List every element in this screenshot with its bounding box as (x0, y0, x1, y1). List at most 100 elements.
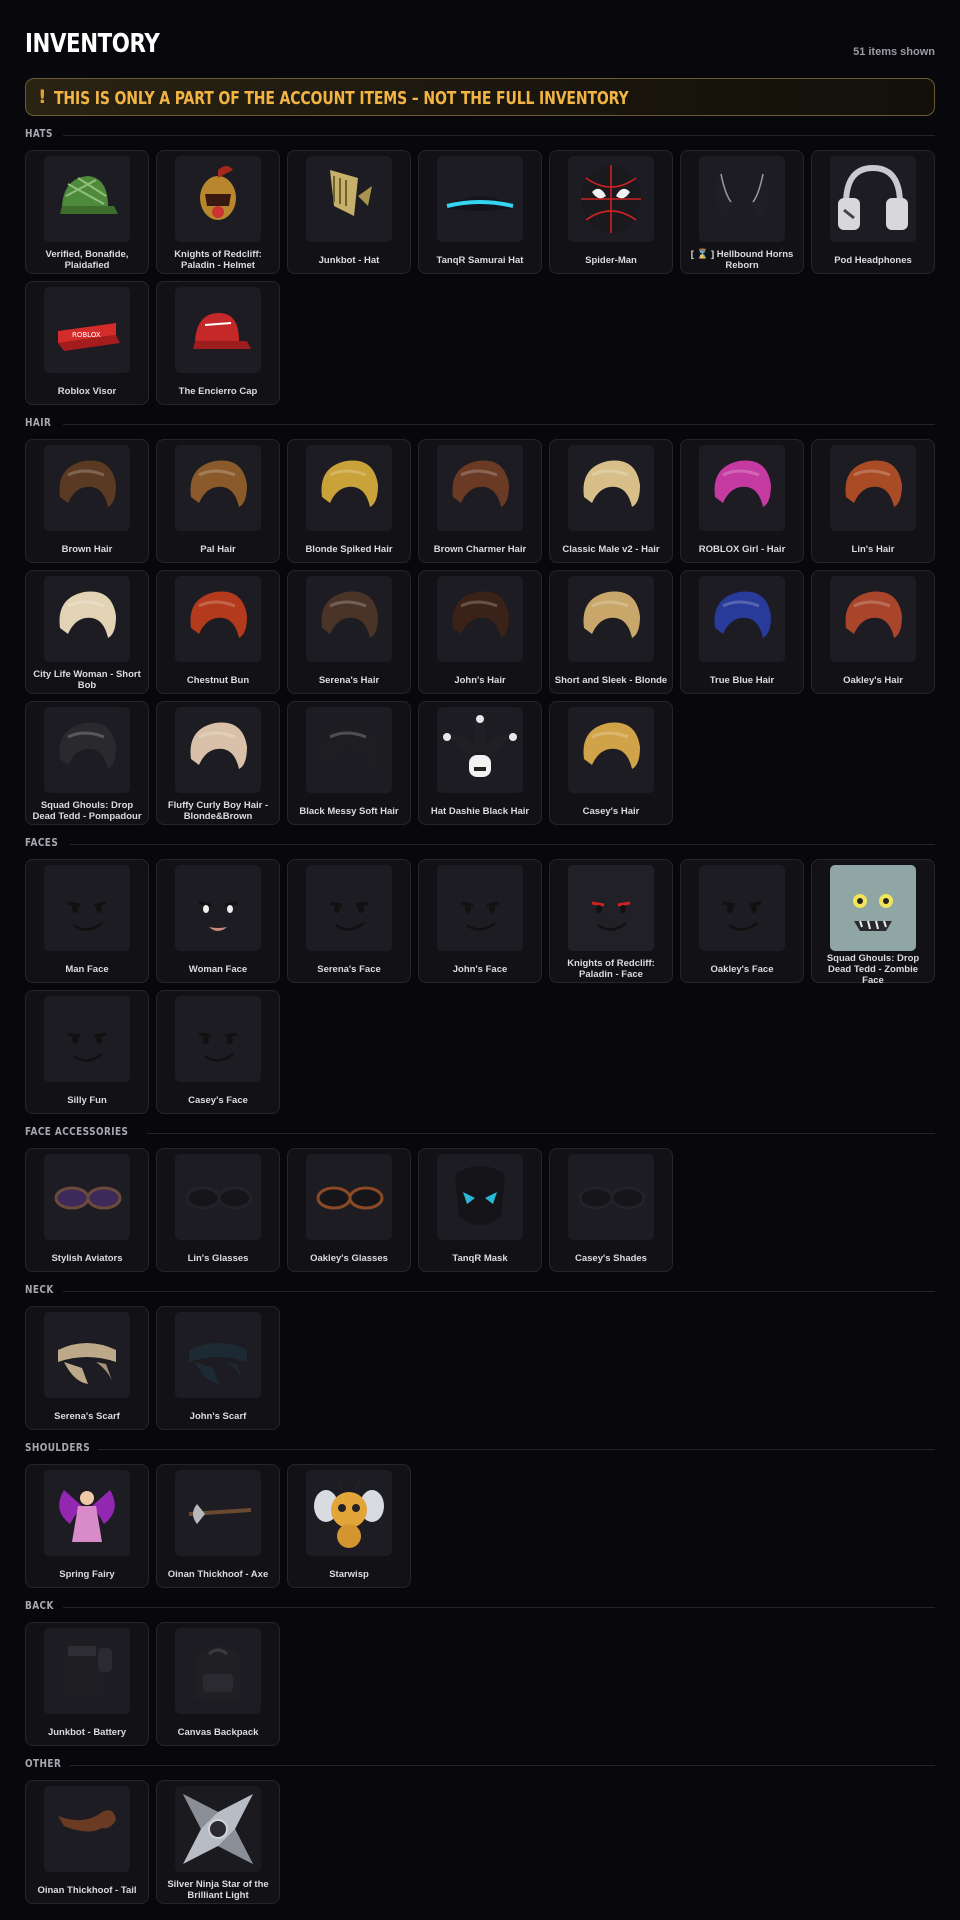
item-card[interactable]: City Life Woman - Short Bob (25, 570, 149, 694)
notice-text: THIS IS ONLY A PART OF THE ACCOUNT ITEMS… (54, 88, 629, 109)
tail-icon (44, 1786, 130, 1872)
item-name: Squad Ghouls: Drop Dead Tedd - Pompadour (32, 800, 142, 822)
knight-helmet-icon (175, 156, 261, 242)
item-card[interactable]: Junkbot - Battery (25, 1622, 149, 1746)
item-name: [ ⌛ ] Hellbound Horns Reborn (690, 249, 794, 271)
svg-text:ROBLOX: ROBLOX (72, 331, 101, 339)
item-card[interactable]: John's Hair (418, 570, 542, 694)
item-card[interactable]: Spider-Man (549, 150, 673, 274)
hair-icon (44, 576, 130, 662)
item-card[interactable]: Short and Sleek - Blonde (549, 570, 673, 694)
jester-hat-icon (437, 707, 523, 793)
bee-plush-icon (306, 1470, 392, 1556)
hair-icon (568, 445, 654, 531)
items-count: 51 items shown (853, 46, 935, 58)
item-card[interactable]: Brown Hair (25, 439, 149, 563)
item-name: Casey's Face (188, 1094, 248, 1106)
hair-icon (699, 576, 785, 662)
item-card[interactable]: Silver Ninja Star of the Brilliant Light (156, 1780, 280, 1904)
item-card[interactable]: Spring Fairy (25, 1464, 149, 1588)
item-card[interactable]: Casey's Hair (549, 701, 673, 825)
section-divider (63, 424, 935, 425)
item-card[interactable]: Serena's Face (287, 859, 411, 983)
face-icon (175, 865, 261, 951)
item-name: Stylish Aviators (51, 1252, 123, 1264)
fairy-icon (44, 1470, 130, 1556)
item-card[interactable]: Serena's Hair (287, 570, 411, 694)
item-card[interactable]: Pod Headphones (811, 150, 935, 274)
item-name: Pod Headphones (834, 254, 912, 266)
section-label: BACK (25, 1600, 54, 1612)
item-card[interactable]: Verified, Bonafide, Plaidafied (25, 150, 149, 274)
item-card[interactable]: ROBLOX Roblox Visor (25, 281, 149, 405)
item-card[interactable]: The Encierro Cap (156, 281, 280, 405)
item-card[interactable]: Casey's Face (156, 990, 280, 1114)
item-card[interactable]: TanqR Mask (418, 1148, 542, 1272)
item-name: ROBLOX Girl - Hair (698, 543, 786, 555)
item-card[interactable]: Oakley's Hair (811, 570, 935, 694)
item-card[interactable]: Blonde Spiked Hair (287, 439, 411, 563)
item-name: Classic Male v2 - Hair (562, 543, 660, 555)
item-card[interactable]: Junkbot - Hat (287, 150, 411, 274)
item-name: TanqR Mask (452, 1252, 508, 1264)
section-divider (70, 844, 935, 845)
item-card[interactable]: Casey's Shades (549, 1148, 673, 1272)
hair-icon (44, 707, 130, 793)
item-card[interactable]: Brown Charmer Hair (418, 439, 542, 563)
hair-icon (437, 445, 523, 531)
item-name: Roblox Visor (57, 385, 117, 397)
item-card[interactable]: TanqR Samurai Hat (418, 150, 542, 274)
item-card[interactable]: Lin's Glasses (156, 1148, 280, 1272)
item-card[interactable]: Silly Fun (25, 990, 149, 1114)
backpack-icon (175, 1628, 261, 1714)
item-card[interactable]: Squad Ghouls: Drop Dead Tedd - Pompadour (25, 701, 149, 825)
item-name: Short and Sleek - Blonde (554, 674, 668, 686)
face-icon (44, 996, 130, 1082)
item-name: Serena's Hair (318, 674, 380, 686)
item-card[interactable]: Oinan Thickhoof - Axe (156, 1464, 280, 1588)
section-label: FACE ACCESSORIES (25, 1126, 129, 1138)
hair-icon (175, 576, 261, 662)
item-card[interactable]: John's Scarf (156, 1306, 280, 1430)
item-card[interactable]: ROBLOX Girl - Hair (680, 439, 804, 563)
section-divider (70, 1765, 935, 1766)
item-card[interactable]: Fluffy Curly Boy Hair - Blonde&Brown (156, 701, 280, 825)
face-icon (306, 865, 392, 951)
item-name: Brown Charmer Hair (433, 543, 527, 555)
face-icon (44, 865, 130, 951)
item-card[interactable]: Stylish Aviators (25, 1148, 149, 1272)
section-label: OTHER (25, 1758, 62, 1770)
hair-icon (830, 576, 916, 662)
item-card[interactable]: Woman Face (156, 859, 280, 983)
section-divider (98, 1449, 935, 1450)
item-name: Knights of Redcliff: Paladin - Helmet (174, 249, 262, 271)
item-card[interactable]: Knights of Redcliff: Paladin - Helmet (156, 150, 280, 274)
item-card[interactable]: John's Face (418, 859, 542, 983)
item-name: John's Hair (454, 674, 506, 686)
mask-icon (437, 1154, 523, 1240)
item-card[interactable]: Hat Dashie Black Hair (418, 701, 542, 825)
item-card[interactable]: Squad Ghouls: Drop Dead Tedd - Zombie Fa… (811, 859, 935, 986)
item-card[interactable]: Pal Hair (156, 439, 280, 563)
scarf-icon (175, 1312, 261, 1398)
item-name: Brown Hair (61, 543, 113, 555)
spider-mask-icon (568, 156, 654, 242)
item-card[interactable]: Knights of Redcliff: Paladin - Face (549, 859, 673, 983)
item-name: Chestnut Bun (186, 674, 250, 686)
item-card[interactable]: Oakley's Face (680, 859, 804, 983)
item-card[interactable]: Serena's Scarf (25, 1306, 149, 1430)
item-card[interactable]: Man Face (25, 859, 149, 983)
item-card[interactable]: Canvas Backpack (156, 1622, 280, 1746)
item-card[interactable]: Classic Male v2 - Hair (549, 439, 673, 563)
item-card[interactable]: Starwisp (287, 1464, 411, 1588)
face-icon (175, 996, 261, 1082)
item-card[interactable]: Black Messy Soft Hair (287, 701, 411, 825)
item-card[interactable]: True Blue Hair (680, 570, 804, 694)
item-card[interactable]: Oinan Thickhoof - Tail (25, 1780, 149, 1904)
item-card[interactable]: Lin's Hair (811, 439, 935, 563)
item-name: The Encierro Cap (178, 385, 258, 397)
item-card[interactable]: Oakley's Glasses (287, 1148, 411, 1272)
item-card[interactable]: Chestnut Bun (156, 570, 280, 694)
zombie-face-icon (830, 865, 916, 951)
item-card[interactable]: [ ⌛ ] Hellbound Horns Reborn (680, 150, 804, 274)
